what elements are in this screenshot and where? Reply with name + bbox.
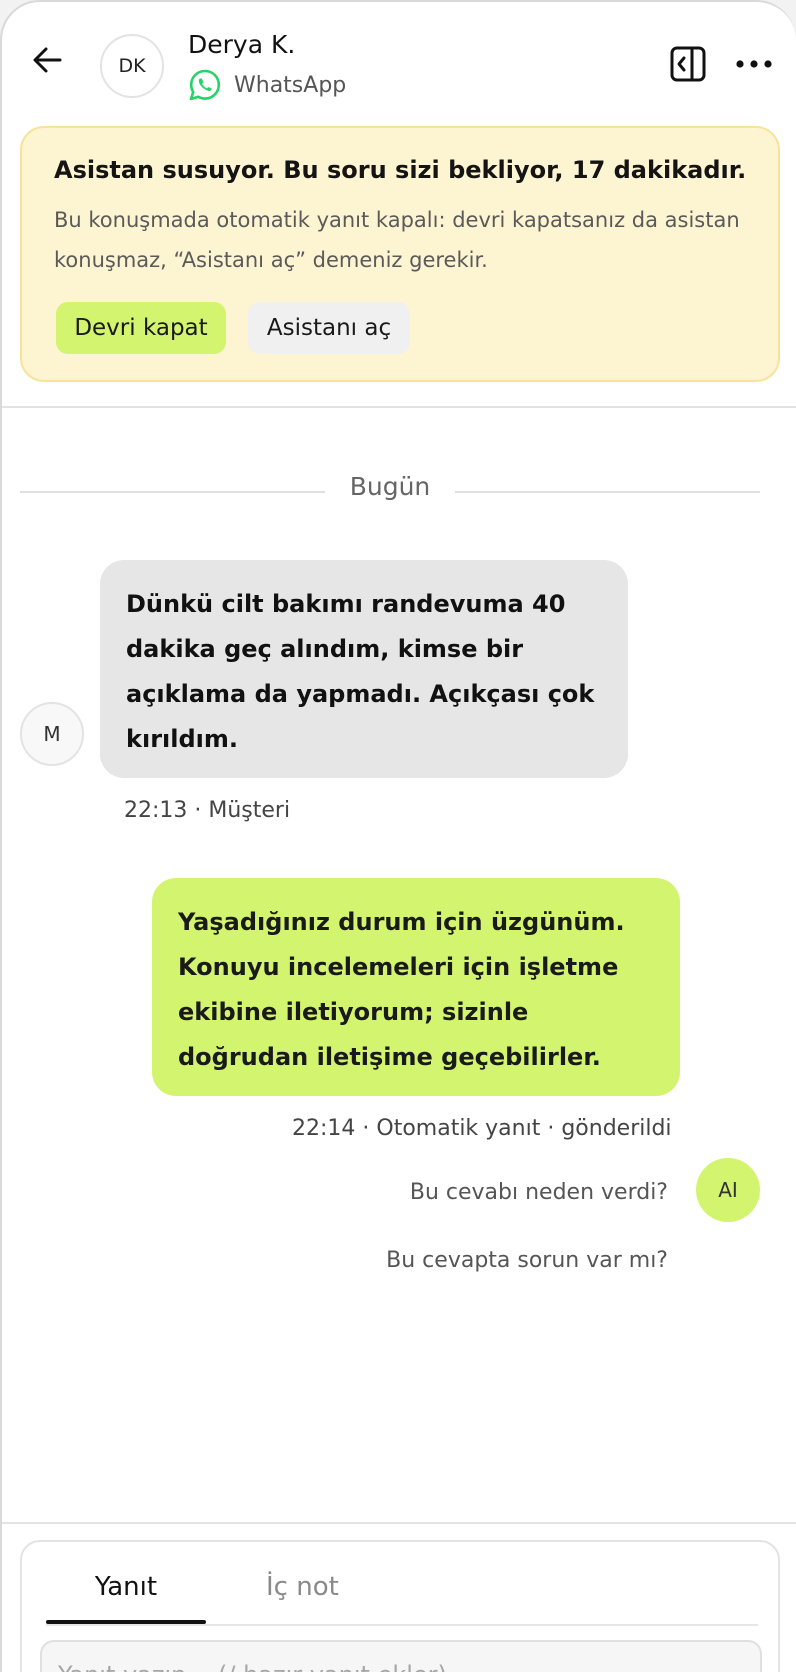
contact-avatar[interactable]: DK [100,34,164,98]
tab-reply[interactable]: Yanıt [46,1572,206,1602]
toggle-side-panel-button[interactable] [668,44,708,84]
more-horizontal-icon [736,60,772,68]
divider [20,491,325,493]
arrow-left-icon [33,47,62,73]
divider [46,1624,758,1626]
auto-reply-meta: 22:14 · Otomatik yanıt · gönderildi [292,1116,672,1141]
whatsapp-icon [189,69,221,101]
side-panel-icon [670,46,706,82]
enable-assistant-button[interactable]: Asistanı aç [248,302,410,354]
alert-body: Bu konuşmada otomatik yanıt kapalı: devr… [54,208,740,272]
divider [2,406,796,408]
message-composer: Yanıt İç not [20,1540,780,1672]
divider [455,491,760,493]
back-button[interactable] [30,42,66,78]
channel-name: WhatsApp [234,72,347,98]
customer-avatar: M [20,702,84,766]
reply-input[interactable] [40,1640,762,1672]
chat-screen: DK Derya K. WhatsApp Asistan susuyor. Bu… [0,0,796,1672]
report-answer-issue-link[interactable]: Bu cevapta sorun var mı? [332,1248,668,1273]
close-handoff-button[interactable]: Devri kapat [56,302,226,354]
more-options-button[interactable] [732,50,776,78]
customer-message-meta: 22:13 · Müşteri [124,798,291,823]
conversation-header: DK Derya K. WhatsApp [2,2,796,120]
assistant-muted-alert: Asistan susuyor. Bu soru sizi bekliyor, … [20,126,780,382]
assistant-avatar: AI [696,1158,760,1222]
channel-indicator: WhatsApp [188,68,346,102]
why-this-answer-link[interactable]: Bu cevabı neden verdi? [332,1180,668,1205]
customer-message-bubble[interactable]: Dünkü cilt bakımı randevuma 40 dakika ge… [100,560,628,778]
contact-name[interactable]: Derya K. [188,30,295,59]
alert-title: Asistan susuyor. Bu soru sizi bekliyor, … [54,156,747,184]
divider [2,1522,796,1524]
tab-internal-note[interactable]: İç not [266,1572,339,1602]
date-separator: Bugün [20,472,760,512]
auto-reply-bubble[interactable]: Yaşadığınız durum için üzgünüm. Konuyu i… [152,878,680,1096]
date-label: Bugün [349,472,431,501]
